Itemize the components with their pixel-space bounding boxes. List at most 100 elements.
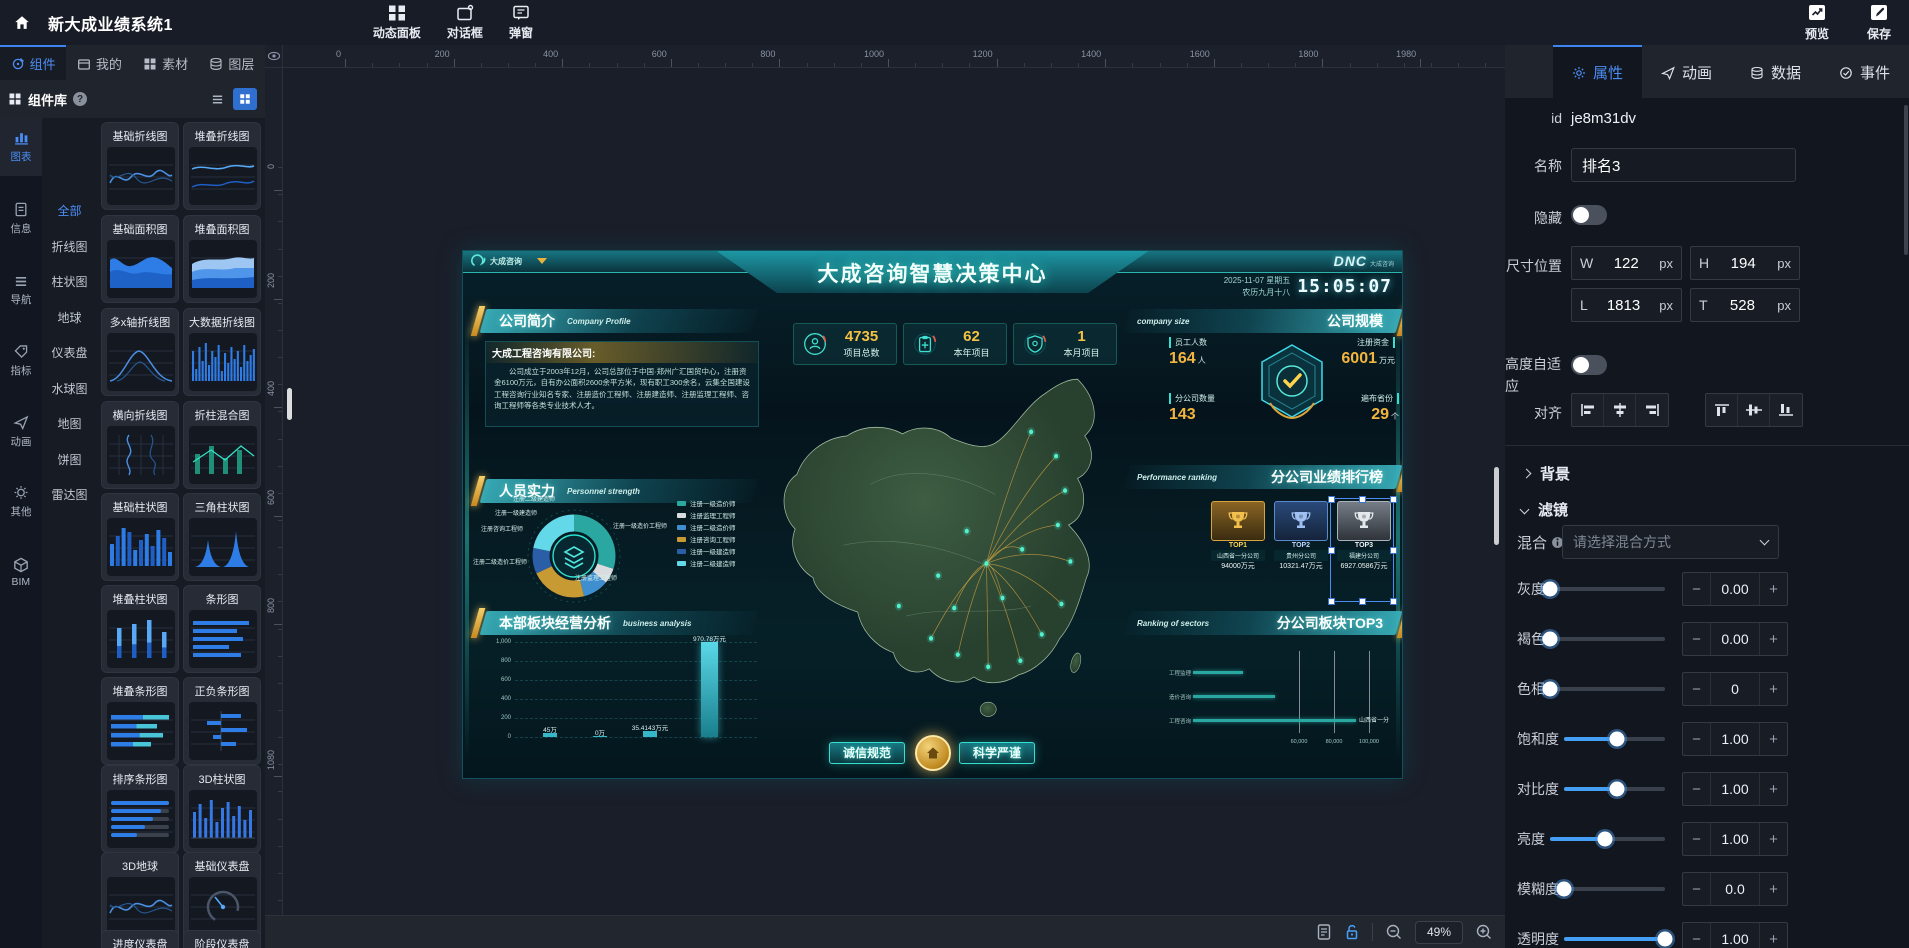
canvas-area[interactable]: 0200400600800100012001400160018001980 02… [265,45,1505,948]
toolbar-button-2[interactable]: 弹窗 [509,4,533,41]
canvas-scrollbar[interactable] [1494,467,1499,545]
component-card[interactable]: 基础柱状图 [101,493,179,581]
category-3[interactable]: 指标 [0,332,42,390]
component-card[interactable]: 折柱混合图 [183,401,261,489]
slider-track[interactable] [1550,837,1665,841]
component-card[interactable]: 堆叠折线图 [183,122,261,210]
category-bim[interactable]: BIM [0,543,42,601]
subcategory-6[interactable]: 地图 [42,415,97,432]
selection-handle[interactable] [1328,598,1335,605]
tab-mine[interactable]: 我的 [66,45,132,80]
rank-card-top2[interactable]: TOP2贵州分公司10321.47万元 [1274,501,1328,572]
component-card[interactable]: 进度仪表盘 [101,930,179,948]
blend-select[interactable]: 请选择混合方式 [1562,525,1779,559]
selection-handle[interactable] [1359,496,1366,503]
component-card[interactable]: 堆叠条形图 [101,677,179,765]
slider-track[interactable] [1564,887,1665,891]
top-field[interactable]: T 528 px [1690,288,1800,322]
list-view-button[interactable] [205,88,229,110]
slider-thumb[interactable] [1557,882,1572,897]
align-right-button[interactable] [1636,394,1668,426]
grid-view-button[interactable] [233,88,257,110]
right-tab-3[interactable]: 事件 [1820,45,1909,98]
tab-layers[interactable]: 图层 [199,45,265,80]
selection-overlay[interactable] [1330,498,1394,602]
footer-button-integrity[interactable]: 诚信规范 [829,742,905,764]
subcategory-5[interactable]: 水球图 [42,380,97,397]
selection-handle[interactable] [1359,598,1366,605]
component-card[interactable]: 堆叠柱状图 [101,585,179,673]
category-4[interactable]: 动画 [0,403,42,461]
action-save[interactable]: 保存 [1867,0,1891,45]
minus-button[interactable]: − [1683,823,1710,855]
zoom-out-icon[interactable] [1385,923,1403,941]
subcategory-3[interactable]: 地球 [42,309,97,326]
plus-button[interactable]: + [1760,773,1787,805]
component-card[interactable]: 基础折线图 [101,122,179,210]
component-card[interactable]: 堆叠面积图 [183,215,261,303]
category-0[interactable]: 图表 [0,118,42,176]
home-button[interactable] [0,0,44,45]
minus-button[interactable]: − [1683,723,1710,755]
width-field[interactable]: W 122 px [1571,246,1682,280]
align-left-button[interactable] [1572,394,1604,426]
hide-toggle[interactable] [1571,205,1607,225]
zoom-in-icon[interactable] [1475,923,1493,941]
slider-track[interactable] [1564,937,1665,941]
help-icon[interactable]: ? [73,92,87,106]
align-middle-button[interactable] [1738,394,1770,426]
component-card[interactable]: 多x轴折线图 [101,308,179,396]
height-field[interactable]: H 194 px [1690,246,1800,280]
selection-handle[interactable] [1390,496,1397,503]
align-top-button[interactable] [1706,394,1738,426]
dashboard-artboard[interactable]: 大成咨询智慧决策中心 大成咨询 DNC 大成咨询 2025-11-07 星期五 … [462,250,1403,779]
toolbar-button-1[interactable]: 对话框 [447,4,483,41]
component-card[interactable]: 大数据折线图 [183,308,261,396]
ruler-corner[interactable] [265,45,283,68]
component-card[interactable]: 3D柱状图 [183,765,261,853]
slider-thumb[interactable] [1609,732,1624,747]
subcategory-4[interactable]: 仪表盘 [42,344,97,361]
action-preview[interactable]: 预览 [1805,0,1829,45]
slider-thumb[interactable] [1598,832,1613,847]
plus-button[interactable]: + [1760,573,1787,605]
right-tab-1[interactable]: 动画 [1642,45,1731,98]
slider-thumb[interactable] [1543,632,1558,647]
subcategory-1[interactable]: 折线图 [42,238,97,255]
plus-button[interactable]: + [1760,823,1787,855]
component-card[interactable]: 正负条形图 [183,677,261,765]
filter-section[interactable]: 滤镜 [1521,499,1568,520]
minus-button[interactable]: − [1683,623,1710,655]
component-card[interactable]: 阶段仪表盘 [183,930,261,948]
category-5[interactable]: 其他 [0,473,42,531]
right-tab-0[interactable]: 属性 [1553,45,1642,98]
auto-height-toggle[interactable] [1571,355,1607,375]
right-tab-2[interactable]: 数据 [1731,45,1820,98]
slider-thumb[interactable] [1543,682,1558,697]
zoom-level[interactable]: 49% [1415,921,1463,944]
component-card[interactable]: 排序条形图 [101,765,179,853]
slider-thumb[interactable] [1658,932,1673,947]
minus-button[interactable]: − [1683,773,1710,805]
plus-button[interactable]: + [1760,723,1787,755]
minus-button[interactable]: − [1683,573,1710,605]
page-list-icon[interactable] [1316,923,1332,941]
footer-button-science[interactable]: 科学严谨 [959,742,1035,764]
component-card[interactable]: 基础面积图 [101,215,179,303]
align-center-button[interactable] [1604,394,1636,426]
component-card[interactable]: 3D地球 [101,852,179,940]
panel-scrollbar[interactable] [1904,105,1908,255]
slider-track[interactable] [1564,737,1665,741]
component-card[interactable]: 横向折线图 [101,401,179,489]
tab-components[interactable]: 组件 [0,45,66,80]
lock-icon[interactable] [1344,923,1360,941]
plus-button[interactable]: + [1760,923,1787,948]
panel-scrollbar[interactable] [287,388,292,420]
background-section[interactable]: 背景 [1523,463,1570,484]
slider-track[interactable] [1550,637,1665,641]
slider-track[interactable] [1564,787,1665,791]
plus-button[interactable]: + [1760,673,1787,705]
slider-thumb[interactable] [1609,782,1624,797]
toolbar-button-0[interactable]: 动态面板 [373,4,421,41]
align-bottom-button[interactable] [1770,394,1802,426]
